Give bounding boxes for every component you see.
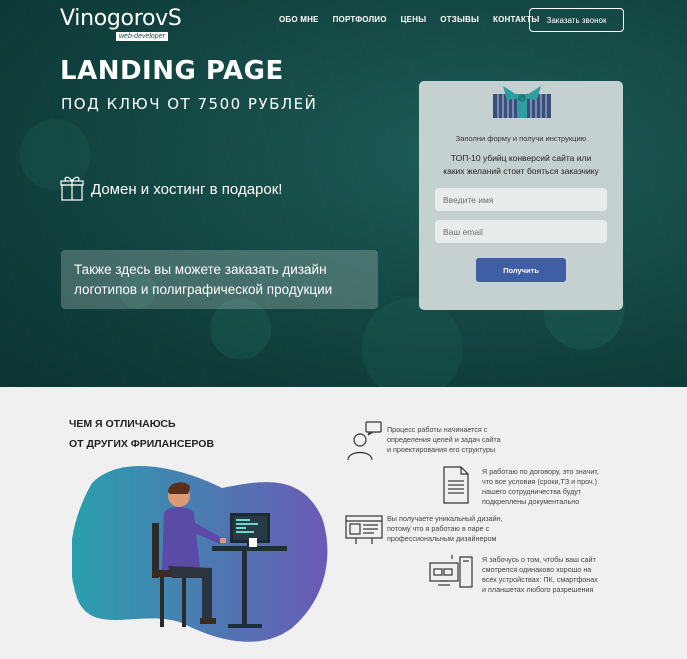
feature-3: Вы получаете уникальный дизайн, потому ч… [387, 514, 503, 544]
feature-2: Я работаю по договору, это значит, что в… [482, 467, 599, 507]
feature-1-line: определения целей и задач сайта [387, 435, 501, 444]
feature-2-line: подкреплены документально [482, 497, 580, 506]
feature-4-line: и планшетах любого разрешения [482, 585, 594, 594]
devices-icon [428, 555, 476, 598]
developer-illustration [70, 458, 332, 659]
gift-icon [60, 173, 84, 206]
nav-reviews[interactable]: ОТЗЫВЫ [440, 15, 479, 24]
form-heading: ТОП-10 убийц конверсий сайта или каких ж… [419, 152, 623, 178]
feature-3-line: потому что я работаю в паре с [387, 524, 490, 533]
section-title-line-1: ЧЕМ Я ОТЛИЧАЮСЬ [69, 418, 176, 430]
name-input[interactable] [435, 188, 607, 211]
section-title-line-2: ОТ ДРУГИХ ФРИЛАНСЕРОВ [69, 438, 215, 450]
person-chat-icon [344, 420, 384, 467]
form-heading-line-2: каких желаний стоит бояться заказчику [443, 166, 599, 176]
gift-offer: Домен и хостинг в подарок! [60, 173, 282, 206]
logo-tagline: web-developer [116, 32, 168, 41]
feature-1-line: и проектирования его структуры [387, 445, 496, 454]
browser-window-icon [344, 514, 384, 551]
feature-4: Я забочусь о том, чтобы ваш сайт смотрел… [482, 555, 598, 595]
form-heading-line-1: ТОП-10 убийц конверсий сайта или [450, 153, 592, 163]
feature-3-line: Вы получаете уникальный дизайн, [387, 514, 503, 523]
email-input[interactable] [435, 220, 607, 243]
document-icon [441, 465, 471, 510]
main-nav: ОБО МНЕ ПОРТФОЛИО ЦЕНЫ ОТЗЫВЫ КОНТАКТЫ [279, 15, 539, 24]
logo-name: VinogorovS [60, 6, 182, 31]
feature-2-line: что все условия (сроки,ТЗ и проч.) [482, 477, 598, 486]
form-hint: Заполни форму и получи инструкцию [455, 134, 587, 143]
feature-4-line: всех устройствах: ПК, смартфонах [482, 575, 598, 584]
hero-section: VinogorovS web-developer ОБО МНЕ ПОРТФОЛ… [0, 0, 687, 387]
hero-subtitle: ПОД КЛЮЧ ОТ 7500 РУБЛЕЙ [61, 95, 318, 113]
lead-form: Заполни форму и получи инструкцию ТОП-10… [419, 81, 623, 310]
feature-2-line: нашего сотрудничества будут [482, 487, 582, 496]
info-line-2: логотипов и полиграфической продукции [74, 282, 333, 297]
nav-about[interactable]: ОБО МНЕ [279, 15, 319, 24]
nav-prices[interactable]: ЦЕНЫ [401, 15, 427, 24]
feature-2-line: Я работаю по договору, это значит, [482, 467, 599, 476]
feature-1: Процесс работы начинается с определения … [387, 425, 501, 455]
info-box: Также здесь вы можете заказать дизайн ло… [61, 250, 378, 309]
nav-portfolio[interactable]: ПОРТФОЛИО [333, 15, 387, 24]
submit-button[interactable]: Получить [476, 258, 566, 282]
gift-text: Домен и хостинг в подарок! [91, 181, 283, 198]
logo[interactable]: VinogorovS web-developer [60, 6, 182, 41]
hero-title: LANDING PAGE [60, 56, 284, 86]
feature-4-line: смотрелся одинаково хорошо на [482, 565, 592, 574]
gift-box-icon [489, 84, 555, 125]
info-line-1: Также здесь вы можете заказать дизайн [74, 262, 327, 277]
section-title: ЧЕМ Я ОТЛИЧАЮСЬ ОТ ДРУГИХ ФРИЛАНСЕРОВ [69, 414, 214, 454]
feature-3-line: профессиональным дизайнером [387, 534, 497, 543]
feature-4-line: Я забочусь о том, чтобы ваш сайт [482, 555, 596, 564]
callback-button[interactable]: Заказать звонок [529, 8, 624, 32]
feature-1-line: Процесс работы начинается с [387, 425, 488, 434]
